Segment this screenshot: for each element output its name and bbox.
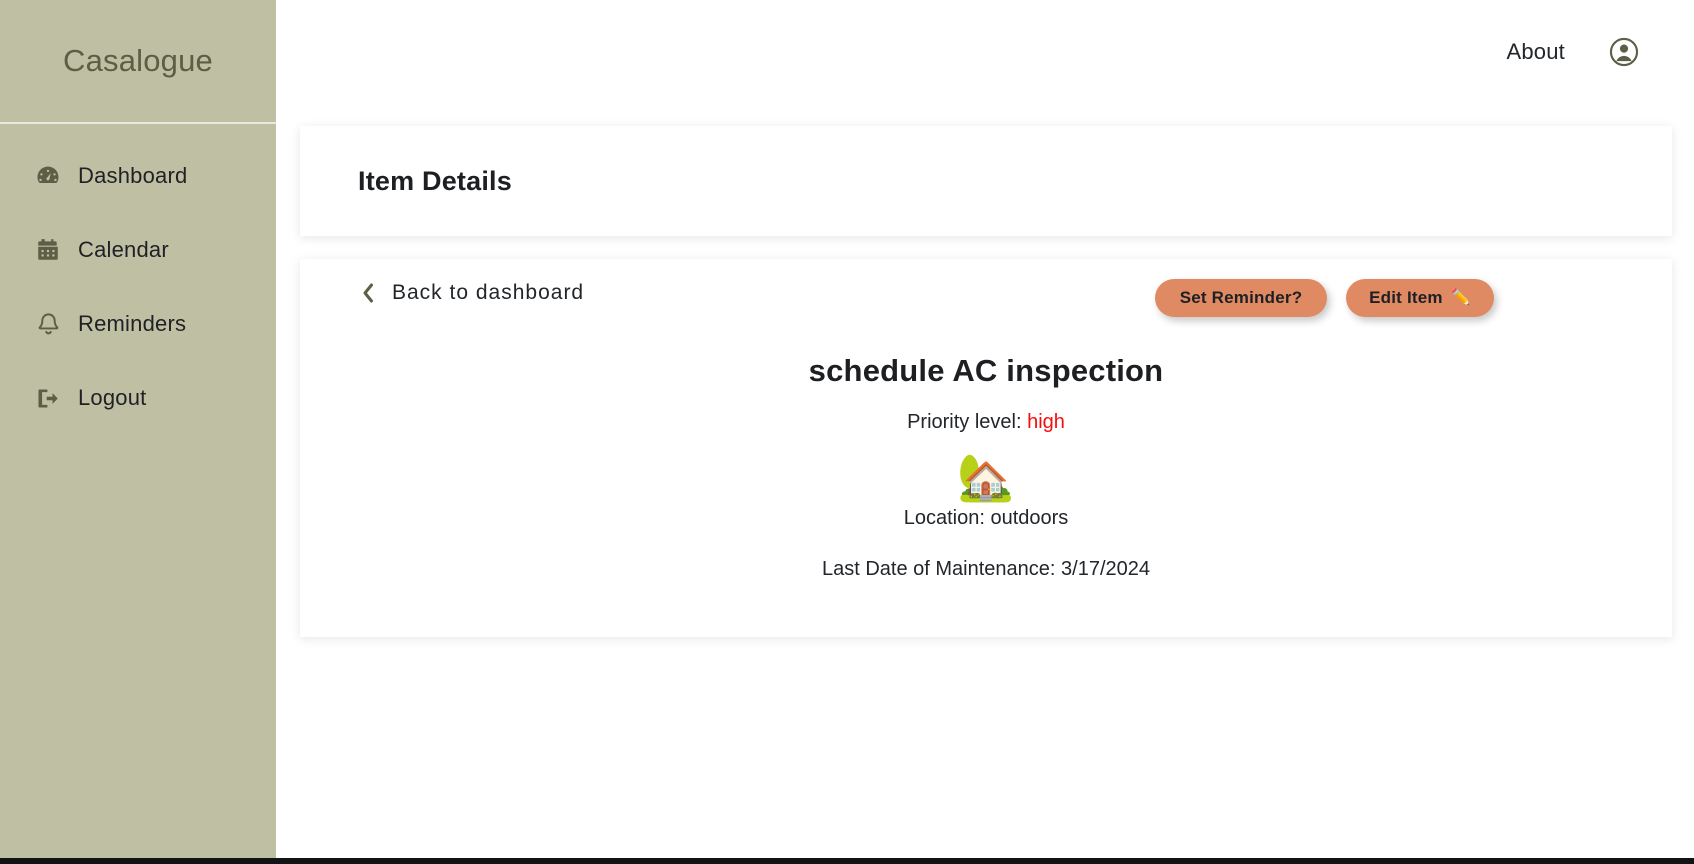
edit-item-label: Edit Item — [1369, 288, 1443, 307]
sidebar-item-dashboard[interactable]: Dashboard — [0, 152, 276, 200]
sidebar-item-label: Dashboard — [78, 163, 188, 188]
priority-label: Priority level: — [907, 411, 1022, 433]
set-reminder-label: Set Reminder? — [1179, 288, 1303, 307]
priority-value: high — [1027, 411, 1065, 433]
chevron-left-icon — [358, 281, 378, 305]
sidebar: Casalogue Dashboard Calendar Reminders L… — [0, 0, 276, 858]
sidebar-item-label: Calendar — [78, 237, 169, 262]
detail-toolbar: Back to dashboard Set Reminder? Edit Ite… — [300, 259, 1672, 349]
bell-icon — [33, 309, 63, 339]
edit-item-button[interactable]: Edit Item ✏️ — [1346, 279, 1494, 317]
back-to-dashboard-label: Back to dashboard — [392, 281, 585, 304]
sidebar-nav: Dashboard Calendar Reminders Logout — [0, 124, 276, 422]
app-root: Casalogue Dashboard Calendar Reminders L… — [0, 0, 1694, 864]
calendar-icon — [33, 235, 63, 265]
pencil-icon: ✏️ — [1450, 289, 1471, 306]
item-detail-card: Back to dashboard Set Reminder? Edit Ite… — [300, 259, 1672, 637]
back-to-dashboard-link[interactable]: Back to dashboard — [358, 281, 584, 305]
house-icon: 🏡 — [957, 451, 1015, 503]
set-reminder-button[interactable]: Set Reminder? — [1155, 279, 1327, 317]
page-header-card: Item Details — [300, 126, 1672, 236]
sidebar-item-label: Logout — [78, 385, 147, 410]
brand-title: Casalogue — [62, 43, 214, 78]
logout-icon — [33, 383, 63, 413]
last-maintenance-row: Last Date of Maintenance: 3/17/2024 — [821, 558, 1150, 581]
sidebar-item-label: Reminders — [78, 311, 187, 336]
priority-row: Priority level: high — [300, 411, 1672, 434]
gauge-icon — [33, 161, 63, 191]
sidebar-item-logout[interactable]: Logout — [0, 374, 276, 422]
brand-block: Casalogue — [0, 0, 276, 124]
top-bar: About — [276, 0, 1694, 104]
location-row: Location: outdoors — [903, 507, 1069, 530]
item-detail-body: schedule AC inspection Priority level: h… — [300, 349, 1672, 581]
sidebar-item-calendar[interactable]: Calendar — [0, 226, 276, 274]
bottom-strip — [0, 858, 1694, 864]
about-link[interactable]: About — [1507, 39, 1566, 65]
user-circle-icon[interactable] — [1607, 35, 1641, 69]
sidebar-item-reminders[interactable]: Reminders — [0, 300, 276, 348]
page-title: Item Details — [358, 165, 512, 196]
item-title: schedule AC inspection — [808, 353, 1164, 388]
